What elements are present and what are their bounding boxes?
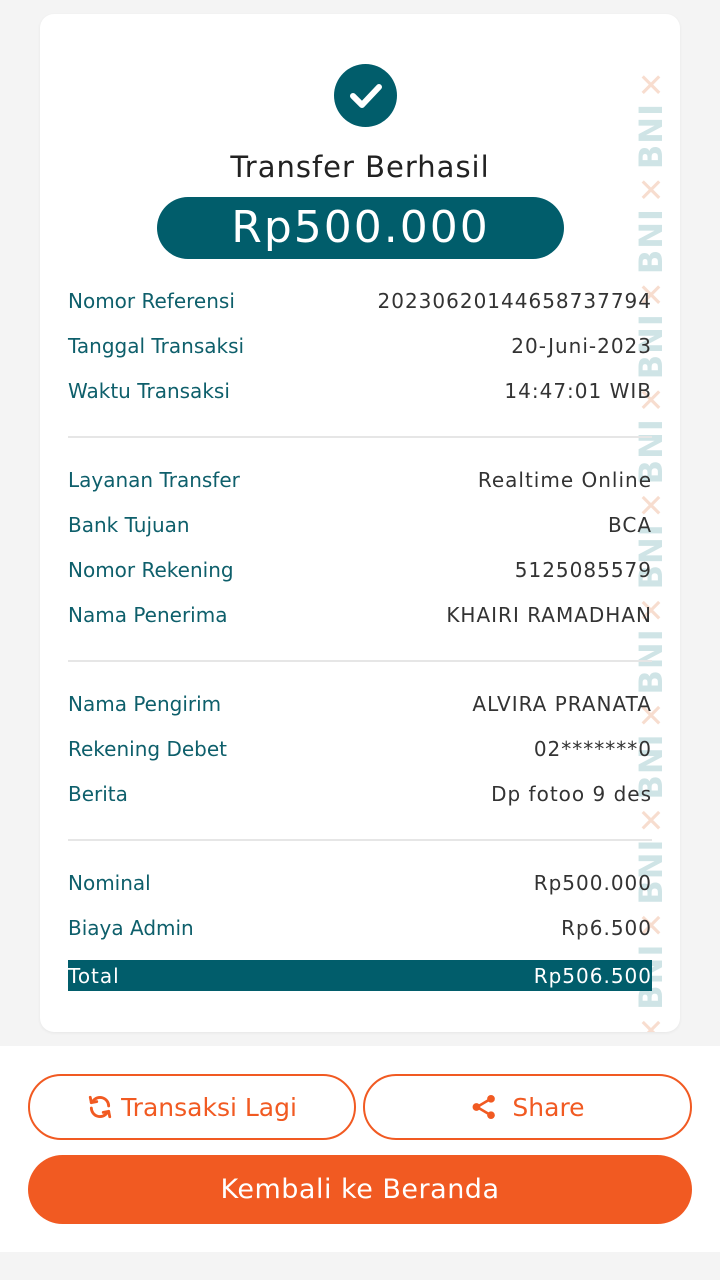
detail-value: KHAIRI RAMADHAN: [446, 603, 652, 627]
detail-row-account: Nomor Rekening 5125085579: [68, 555, 652, 585]
receipt-card: BNI✕BNI✕BNI✕BNI✕BNI✕BNI✕BNI✕BNI✕BNI✕BNI✕…: [40, 14, 680, 1032]
detail-row-admin-fee: Biaya Admin Rp6.500: [68, 913, 652, 943]
detail-value: 20-Juni-2023: [511, 334, 652, 358]
status-title: Transfer Berhasil: [230, 150, 490, 184]
detail-label: Layanan Transfer: [68, 468, 240, 492]
refresh-icon: [88, 1095, 112, 1119]
detail-value: 14:47:01 WIB: [504, 379, 652, 403]
detail-row-nominal: Nominal Rp500.000: [68, 868, 652, 898]
detail-value: Rp6.500: [561, 916, 652, 940]
section-divider: [68, 839, 652, 841]
amount-badge: Rp500.000: [157, 197, 564, 259]
detail-row-service: Layanan Transfer Realtime Online: [68, 465, 652, 495]
detail-row-bank: Bank Tujuan BCA: [68, 510, 652, 540]
detail-row-debit-account: Rekening Debet 02*******0: [68, 734, 652, 764]
detail-value: ALVIRA PRANATA: [472, 692, 652, 716]
detail-value: Dp fotoo 9 des: [491, 782, 652, 806]
detail-value: Rp500.000: [533, 871, 652, 895]
detail-row-time: Waktu Transaksi 14:47:01 WIB: [68, 376, 652, 406]
section-divider: [68, 660, 652, 662]
detail-value: Realtime Online: [477, 468, 652, 492]
detail-label: Nominal: [68, 871, 151, 895]
repeat-transaction-button[interactable]: Transaksi Lagi: [28, 1074, 356, 1140]
detail-value: 20230620144658737794: [377, 289, 652, 313]
total-label: Total: [68, 963, 120, 988]
detail-row-message: Berita Dp fotoo 9 des: [68, 779, 652, 809]
watermark-logo-mark: ✕: [632, 64, 668, 103]
detail-label: Berita: [68, 782, 128, 806]
detail-label: Nomor Referensi: [68, 289, 235, 313]
back-to-home-button[interactable]: Kembali ke Beranda: [28, 1155, 692, 1224]
detail-row-sender: Nama Pengirim ALVIRA PRANATA: [68, 689, 652, 719]
detail-label: Tanggal Transaksi: [68, 334, 245, 358]
detail-row-date: Tanggal Transaksi 20-Juni-2023: [68, 331, 652, 361]
detail-value: 02*******0: [533, 737, 652, 761]
detail-label: Rekening Debet: [68, 737, 227, 761]
detail-row-reference: Nomor Referensi 20230620144658737794: [68, 286, 652, 316]
watermark-logo-mark: ✕: [632, 1009, 668, 1032]
detail-value: 5125085579: [514, 558, 652, 582]
total-value: Rp506.500: [533, 963, 652, 988]
section-divider: [68, 436, 652, 438]
detail-label: Nama Penerima: [68, 603, 228, 627]
detail-label: Nomor Rekening: [68, 558, 234, 582]
watermark-logo-text: BNI: [632, 208, 668, 275]
detail-label: Bank Tujuan: [68, 513, 190, 537]
total-row: Total Rp506.500: [68, 960, 652, 991]
repeat-transaction-label: Transaksi Lagi: [121, 1092, 297, 1122]
detail-row-recipient: Nama Penerima KHAIRI RAMADHAN: [68, 600, 652, 630]
detail-label: Biaya Admin: [68, 916, 194, 940]
detail-value: BCA: [607, 513, 652, 537]
success-check-icon: [334, 64, 397, 127]
detail-label: Waktu Transaksi: [68, 379, 230, 403]
share-button[interactable]: Share: [363, 1074, 692, 1140]
share-icon: [472, 1094, 496, 1120]
share-label: Share: [512, 1092, 585, 1122]
detail-label: Nama Pengirim: [68, 692, 222, 716]
